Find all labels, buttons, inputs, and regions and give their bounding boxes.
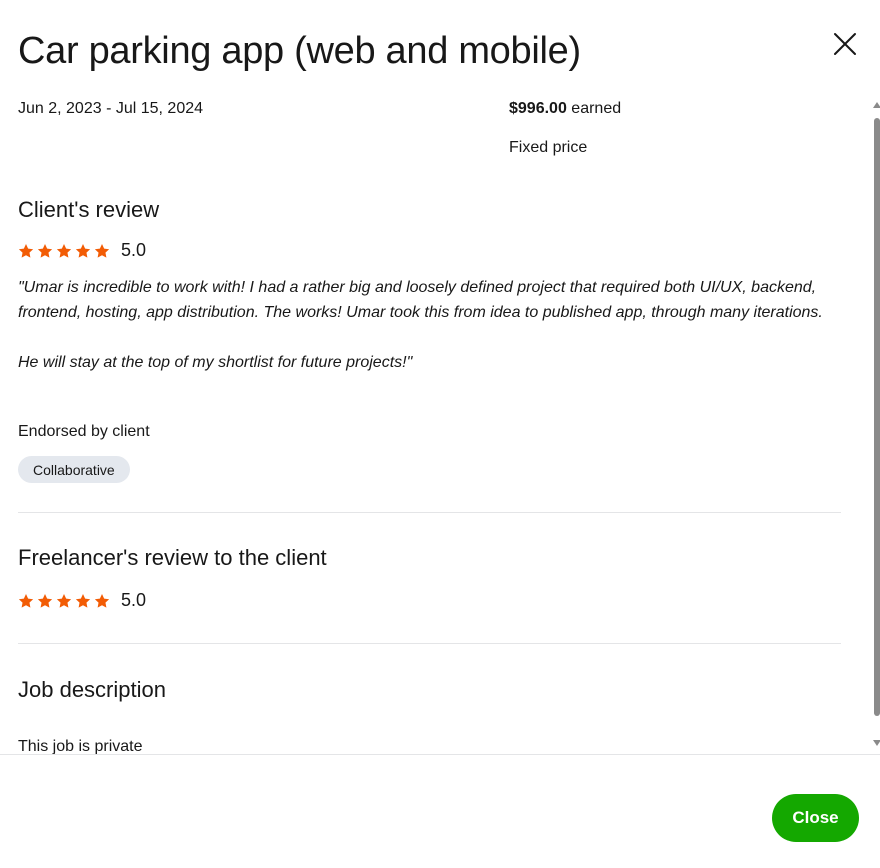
client-review-text: "Umar is incredible to work with! I had … xyxy=(18,275,838,375)
star-icon xyxy=(37,243,53,258)
job-description-text: This job is private xyxy=(18,738,143,754)
star-icon xyxy=(75,593,91,608)
price-type: Fixed price xyxy=(509,139,588,156)
client-review-paragraph: "Umar is incredible to work with! I had … xyxy=(18,279,823,321)
job-description-heading: Job description xyxy=(18,677,166,702)
star-icon xyxy=(94,593,110,608)
client-review-paragraph: He will stay at the top of my shortlist … xyxy=(18,354,413,371)
section-divider xyxy=(18,643,841,644)
freelancer-rating: 5.0 xyxy=(18,590,146,611)
star-icon xyxy=(94,243,110,258)
earned-amount: $996.00 xyxy=(509,100,567,117)
star-icon xyxy=(37,593,53,608)
star-icon xyxy=(56,593,72,608)
modal-body[interactable]: Jun 2, 2023 - Jul 15, 2024 $996.00 earne… xyxy=(0,92,880,754)
modal-title: Car parking app (web and mobile) xyxy=(18,30,581,72)
freelancer-rating-value: 5.0 xyxy=(121,590,147,610)
endorsed-label: Endorsed by client xyxy=(18,423,150,440)
earned-suffix: earned xyxy=(566,100,622,117)
star-icon xyxy=(75,243,91,258)
freelancer-rating-stars xyxy=(18,593,110,609)
client-rating: 5.0 xyxy=(18,240,146,261)
client-rating-value: 5.0 xyxy=(121,240,147,260)
close-button[interactable]: Close xyxy=(772,794,859,842)
client-rating-stars xyxy=(18,243,110,259)
star-icon xyxy=(56,243,72,258)
scrollbar-thumb[interactable] xyxy=(874,118,880,716)
contract-earned: $996.00 earned xyxy=(509,100,621,118)
scroll-up-arrow-icon[interactable] xyxy=(873,102,880,108)
star-icon xyxy=(18,243,34,258)
close-x-icon[interactable] xyxy=(830,29,860,59)
star-icon xyxy=(18,593,34,608)
client-review-heading: Client's review xyxy=(18,197,160,222)
freelancer-review-heading: Freelancer's review to the client xyxy=(18,545,327,570)
work-history-modal: Car parking app (web and mobile) Jun 2, … xyxy=(0,0,880,868)
scroll-down-arrow-icon[interactable] xyxy=(873,740,880,746)
contract-date-range: Jun 2, 2023 - Jul 15, 2024 xyxy=(18,100,204,117)
endorsement-chip: Collaborative xyxy=(18,456,130,483)
modal-footer: Close xyxy=(0,754,880,868)
section-divider xyxy=(18,512,841,513)
